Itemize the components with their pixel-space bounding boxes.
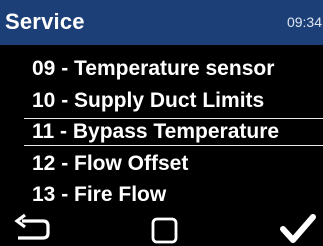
menu-item-label: 13 - Fire Flow	[32, 183, 167, 206]
back-arrow-icon	[14, 212, 54, 246]
back-button[interactable]	[14, 212, 54, 246]
menu-item-label: 12 - Flow Offset	[32, 152, 189, 175]
clock-time: 09:34	[286, 14, 322, 30]
menu-item-label: 10 - Supply Duct Limits	[32, 89, 265, 112]
square-icon	[145, 212, 185, 246]
menu-item-temperature-sensor[interactable]: 09 - Temperature sensor	[0, 55, 323, 83]
menu-item-fire-flow[interactable]: 13 - Fire Flow	[0, 181, 323, 209]
header-bar: Service 09:34	[0, 0, 323, 45]
menu-item-bypass-temperature[interactable]: 11 - Bypass Temperature	[24, 118, 323, 146]
confirm-button[interactable]	[280, 212, 320, 246]
menu-item-label: 11 - Bypass Temperature	[32, 120, 280, 143]
center-button[interactable]	[145, 212, 185, 246]
page-title: Service	[5, 9, 85, 34]
menu-item-label: 09 - Temperature sensor	[32, 57, 275, 80]
menu-item-supply-duct-limits[interactable]: 10 - Supply Duct Limits	[0, 87, 323, 115]
softkey-bar	[0, 212, 323, 246]
service-screen: Service 09:34 09 - Temperature sensor 10…	[0, 0, 323, 246]
checkmark-icon	[280, 212, 320, 246]
menu-item-flow-offset[interactable]: 12 - Flow Offset	[0, 150, 323, 178]
